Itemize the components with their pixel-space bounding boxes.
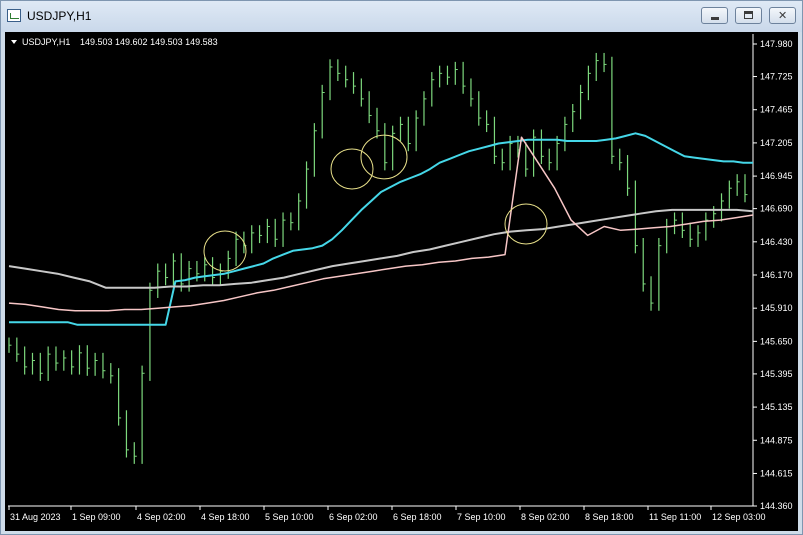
ohlc-label: 149.503 149.602 149.503 149.583 [80, 37, 218, 47]
time-tick-label: 11 Sep 11:00 [649, 512, 701, 522]
chart-window-icon [7, 9, 21, 22]
price-tick-label: 147.725 [760, 72, 793, 82]
price-tick-label: 145.395 [760, 369, 793, 379]
price-tick-label: 145.910 [760, 303, 793, 313]
window-title: USDJPY,H1 [27, 9, 92, 23]
price-tick-label: 146.430 [760, 237, 793, 247]
time-tick-label: 4 Sep 18:00 [201, 512, 250, 522]
symbol-label: USDJPY,H1 [22, 37, 70, 47]
price-tick-label: 145.135 [760, 402, 793, 412]
time-tick-label: 4 Sep 02:00 [137, 512, 186, 522]
price-tick-label: 146.690 [760, 204, 793, 214]
time-tick-label: 8 Sep 18:00 [585, 512, 634, 522]
price-tick-label: 144.875 [760, 435, 793, 445]
price-chart[interactable]: 147.980 147.725 147.465 147.205 146.945 146.6… [5, 32, 798, 531]
time-tick-label: 5 Sep 10:00 [265, 512, 314, 522]
maximize-button[interactable] [735, 7, 762, 24]
time-tick-label: 1 Sep 09:00 [72, 512, 121, 522]
price-tick-label: 147.465 [760, 105, 793, 115]
price-tick-label: 146.170 [760, 270, 793, 280]
chart-window: USDJPY,H1 147.980147.725147.465147.20514… [0, 0, 803, 535]
price-tick-label: 147.205 [760, 138, 793, 148]
price-tick-label: 144.615 [760, 468, 793, 478]
minimize-button[interactable] [701, 7, 728, 24]
time-tick-label: 6 Sep 02:00 [329, 512, 378, 522]
time-tick-label: 8 Sep 02:00 [521, 512, 570, 522]
price-tick-label: 146.945 [760, 171, 793, 181]
chart-canvas[interactable]: 147.980 147.725 147.465 147.205 146.945 146.6… [5, 32, 798, 531]
time-tick-label: 31 Aug 2023 [10, 512, 61, 522]
price-tick-label: 145.650 [760, 336, 793, 346]
time-tick-label: 12 Sep 03:00 [712, 512, 766, 522]
price-tick-label: 147.980 [760, 39, 793, 49]
time-tick-label: 6 Sep 18:00 [393, 512, 442, 522]
close-button[interactable] [769, 7, 796, 24]
time-tick-label: 7 Sep 10:00 [457, 512, 506, 522]
title-bar[interactable]: USDJPY,H1 [1, 1, 802, 32]
price-tick-label: 144.360 [760, 501, 793, 511]
chart-background [5, 32, 798, 531]
